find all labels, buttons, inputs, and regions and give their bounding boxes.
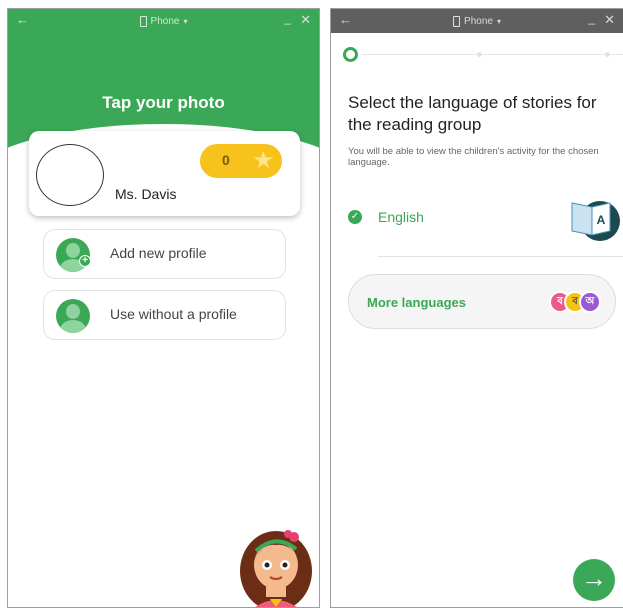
window-titlebar: ← Phone ▾ _ ✕ — [8, 9, 319, 33]
check-circle-icon: ✓ — [348, 210, 362, 224]
back-arrow-icon[interactable]: ← — [16, 12, 29, 27]
language-scripts-icon: ব ব অ — [549, 291, 601, 313]
chevron-down-icon: ▾ — [496, 16, 501, 26]
user-icon — [56, 299, 90, 333]
minimize-button[interactable]: _ — [284, 11, 291, 25]
profile-card[interactable]: Ms. Davis 0 ★ — [29, 131, 300, 216]
girl-mascot-icon — [240, 530, 312, 607]
phone-icon — [139, 15, 147, 27]
back-arrow-icon[interactable]: ← — [339, 12, 352, 27]
next-button[interactable]: → — [573, 559, 615, 601]
add-new-profile-button[interactable]: + Add new profile — [43, 229, 286, 279]
device-selector[interactable]: Phone ▾ — [453, 15, 501, 27]
phone-icon — [453, 15, 461, 27]
minimize-button[interactable]: _ — [588, 11, 595, 25]
use-without-profile-button[interactable]: Use without a profile — [43, 290, 286, 340]
language-option-english[interactable]: ✓ English A — [348, 201, 623, 254]
more-languages-label: More languages — [367, 295, 466, 310]
divider — [378, 256, 623, 257]
progress-current-step — [343, 47, 358, 62]
device-label: Phone — [464, 15, 493, 27]
device-selector[interactable]: Phone ▾ — [139, 15, 188, 27]
page-title: Select the language of stories for the r… — [348, 93, 597, 134]
window-titlebar: ← Phone ▾ _ ✕ — [331, 9, 623, 33]
star-count-badge: 0 ★ — [200, 144, 282, 178]
script-sample: অ — [579, 291, 601, 313]
book-letter: A — [597, 213, 606, 227]
page-title: Tap your photo — [102, 93, 225, 112]
use-without-profile-label: Use without a profile — [110, 306, 237, 322]
profile-photo[interactable] — [36, 144, 104, 206]
more-languages-button[interactable]: More languages ব ব অ — [348, 274, 616, 329]
progress-step-dot — [605, 52, 610, 57]
star-icon: ★ — [252, 147, 274, 174]
progress-track — [362, 54, 623, 55]
profile-screen: ← Phone ▾ _ ✕ Tap your photo Ms. Davis 0… — [7, 8, 320, 608]
plus-icon: + — [79, 255, 91, 267]
profile-name: Ms. Davis — [115, 186, 177, 202]
star-count: 0 — [222, 152, 230, 168]
add-new-profile-label: Add new profile — [110, 245, 207, 261]
page-subtitle: You will be able to view the children's … — [348, 146, 599, 168]
progress-step-dot — [477, 52, 482, 57]
device-label: Phone — [150, 15, 180, 27]
book-icon: A — [571, 201, 620, 241]
language-label: English — [378, 209, 424, 225]
step-progress — [343, 47, 623, 63]
language-screen: ← Phone ▾ _ ✕ Select the language of sto… — [330, 8, 623, 608]
close-button[interactable]: ✕ — [300, 12, 311, 28]
close-button[interactable]: ✕ — [604, 12, 615, 28]
chevron-down-icon: ▾ — [183, 16, 188, 26]
